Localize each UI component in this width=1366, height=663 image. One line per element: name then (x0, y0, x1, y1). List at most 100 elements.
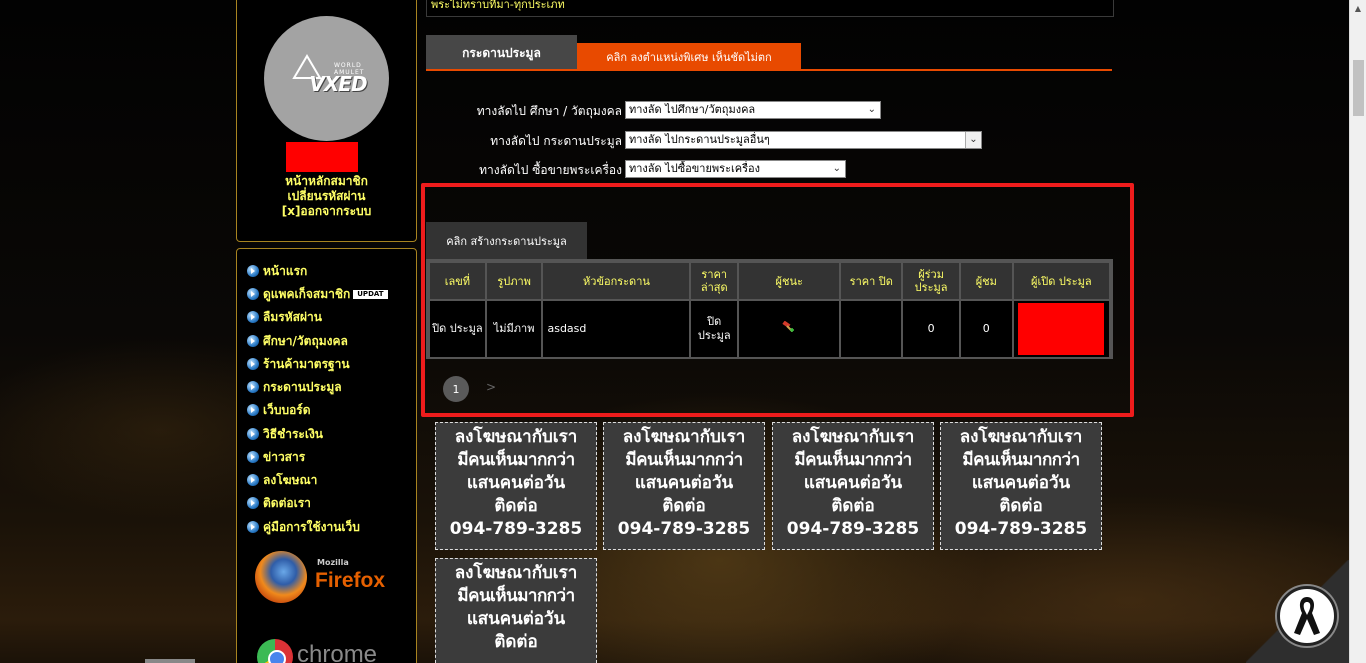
ad-line-1: ลงโฆษณากับเรา (791, 427, 915, 447)
ad-phone: 094-789-3285 (617, 519, 751, 539)
bullet-icon (247, 381, 259, 393)
cell-image: ไม่มีภาพ (486, 301, 542, 357)
scroll-thumb[interactable] (1353, 60, 1364, 116)
shortcut-auction-label: ทางลัดไป กระดานประมูล (490, 134, 622, 148)
ad-line-2: มีคนเห็นมากกว่า (625, 450, 743, 470)
update-badge: UPDAT (353, 289, 388, 299)
chevron-down-icon: ⌄ (867, 104, 876, 115)
menu-item-label: วิธีชำระเงิน (263, 426, 323, 441)
menu-item-stores[interactable]: ร้านค้ามาตรฐาน (247, 355, 350, 373)
ad-phone: 094-789-3285 (786, 519, 920, 539)
ad-line-4: ติดต่อ (831, 496, 875, 516)
change-password-link[interactable]: เปลี่ยนรหัสผ่าน (237, 189, 416, 204)
cell-title[interactable]: asdasd (543, 301, 690, 357)
ad-line-1: ลงโฆษณากับเรา (454, 563, 578, 583)
scroll-up-arrow-icon[interactable]: ▲ (1350, 0, 1366, 17)
menu-item-contact[interactable]: ติดต่อเรา (247, 494, 311, 512)
ad-banner-4[interactable]: ลงโฆษณากับเรา มีคนเห็นมากกว่า แสนคนต่อวั… (940, 422, 1102, 550)
shortcut-study-value: ทางลัด ไปศึกษา/วัตถุมงคล (629, 103, 756, 116)
menu-item-label: เว็บบอร์ด (263, 402, 311, 417)
gavel-icon (782, 320, 795, 332)
menu-item-payment[interactable]: วิธีชำระเงิน (247, 425, 323, 443)
ad-line-3: แสนคนต่อวัน (466, 609, 566, 629)
member-home-link[interactable]: หน้าหลักสมาชิก (237, 174, 416, 189)
bullet-icon (247, 335, 259, 347)
ad-banner-5[interactable]: ลงโฆษณากับเรา มีคนเห็นมากกว่า แสนคนต่อวั… (435, 558, 597, 663)
menu-item-packages[interactable]: ดูแพคเก็จสมาชิก UPDAT (247, 285, 388, 303)
col-header-title: หัวข้อกระดาน (543, 263, 690, 299)
menu-item-label: คู่มือการใช้งานเว็บ (263, 519, 360, 534)
cell-winner (739, 301, 840, 357)
pagination-page-1[interactable]: 1 (443, 376, 469, 402)
menu-item-manual[interactable]: คู่มือการใช้งานเว็บ (247, 518, 360, 536)
menu-item-label: ติดต่อเรา (263, 495, 311, 510)
menu-item-label: ศึกษา/วัตถุมงคล (263, 333, 348, 348)
menu-item-label: ดูแพคเก็จสมาชิก (263, 286, 351, 301)
tab-special-position[interactable]: คลิก ลงตำแหน่งพิเศษ เห็นชัดไม่ตก (577, 43, 801, 70)
col-header-bidders: ผู้ร่วม ประมูล (903, 263, 959, 299)
menu-item-auction[interactable]: กระดานประมูล (247, 378, 342, 396)
chrome-logo[interactable]: chrome (257, 637, 402, 663)
ad-banner-1[interactable]: ลงโฆษณากับเรา มีคนเห็นมากกว่า แสนคนต่อวั… (435, 422, 597, 550)
table-header-row: เลขที่ รูปภาพ หัวข้อกระดาน ราคา ล่าสุด ผ… (430, 263, 1109, 299)
col-header-last-price: ราคา ล่าสุด (691, 263, 738, 299)
ad-line-3: แสนคนต่อวัน (971, 473, 1071, 493)
firefox-mozilla-label: Mozilla (317, 558, 349, 567)
tab-underline (426, 69, 1112, 71)
ad-phone: 094-789-3285 (449, 519, 583, 539)
firefox-logo[interactable]: Mozilla Firefox (255, 549, 400, 609)
menu-item-home[interactable]: หน้าแรก (247, 262, 307, 280)
shortcut-trade-label: ทางลัดไป ซื้อขายพระเครื่อง (479, 163, 622, 177)
ad-line-4: ติดต่อ (494, 632, 538, 652)
site-logo[interactable]: WORLD AMULET VXED (264, 16, 389, 141)
firefox-icon (255, 551, 307, 603)
ad-phone: 094-789-3285 (954, 519, 1088, 539)
auction-table: เลขที่ รูปภาพ หัวข้อกระดาน ราคา ล่าสุด ผ… (426, 259, 1113, 359)
sidebar-menu: หน้าแรก ดูแพคเก็จสมาชิก UPDAT ลืมรหัสผ่าน… (236, 248, 417, 663)
bullet-icon (247, 474, 259, 486)
ad-line-4: ติดต่อ (999, 496, 1043, 516)
vertical-scrollbar[interactable]: ▲ (1349, 0, 1366, 663)
bullet-icon (247, 288, 259, 300)
chrome-wordmark: chrome (297, 641, 378, 663)
cell-number: ปิด ประมูล (430, 301, 485, 357)
menu-item-advertise[interactable]: ลงโฆษณา (247, 471, 317, 489)
ad-line-1: ลงโฆษณากับเรา (454, 427, 578, 447)
cell-close-price (841, 301, 902, 357)
shortcut-study-select[interactable]: ทางลัด ไปศึกษา/วัตถุมงคล ⌄ (625, 101, 881, 119)
shortcut-trade-select[interactable]: ทางลัด ไปซื้อขายพระเครื่อง ⌄ (625, 160, 846, 178)
ad-line-2: มีคนเห็นมากกว่า (794, 450, 912, 470)
bottom-tab-stub (145, 659, 195, 663)
ad-banner-2[interactable]: ลงโฆษณากับเรา มีคนเห็นมากกว่า แสนคนต่อวั… (603, 422, 765, 550)
menu-item-label: กระดานประมูล (263, 379, 342, 394)
chrome-icon (257, 639, 293, 663)
menu-item-news[interactable]: ข่าวสาร (247, 448, 305, 466)
shortcut-auction-select[interactable]: ทางลัด ไปกระดานประมูลอื่นๆ ⌄ (625, 131, 982, 149)
pagination-next[interactable]: > (486, 380, 496, 394)
menu-item-forgot-password[interactable]: ลืมรหัสผ่าน (247, 308, 322, 326)
bullet-icon (247, 404, 259, 416)
member-panel: WORLD AMULET VXED หน้าหลักสมาชิก เปลี่ยน… (236, 0, 417, 242)
owner-redacted (1018, 303, 1105, 355)
chevron-down-icon: ⌄ (832, 163, 841, 174)
ad-banner-3[interactable]: ลงโฆษณากับเรา มีคนเห็นมากกว่า แสนคนต่อวั… (772, 422, 934, 550)
ad-line-3: แสนคนต่อวัน (634, 473, 734, 493)
ad-line-1: ลงโฆษณากับเรา (622, 427, 746, 447)
create-auction-tab[interactable]: คลิก สร้างกระดานประมูล (426, 222, 587, 259)
logout-link[interactable]: [x]ออกจากระบบ (237, 204, 416, 219)
mourning-ribbon-badge[interactable] (1277, 586, 1337, 646)
col-header-close-price: ราคา ปิด (841, 263, 902, 299)
menu-item-label: ลงโฆษณา (263, 472, 318, 487)
table-row[interactable]: ปิด ประมูล ไม่มีภาพ asdasd ปิด ประมูล 0 … (430, 301, 1109, 357)
ad-line-1: ลงโฆษณากับเรา (959, 427, 1083, 447)
col-header-owner: ผู้เปิด ประมูล (1013, 263, 1109, 299)
menu-item-label: ร้านค้ามาตรฐาน (263, 356, 350, 371)
logo-text: VXED (309, 72, 367, 96)
bullet-icon (247, 265, 259, 277)
tab-auction-board[interactable]: กระดานประมูล (426, 35, 577, 71)
bullet-icon (247, 358, 259, 370)
ad-line-3: แสนคนต่อวัน (803, 473, 903, 493)
menu-item-study[interactable]: ศึกษา/วัตถุมงคล (247, 332, 348, 350)
black-ribbon-icon (1294, 597, 1320, 635)
menu-item-webboard[interactable]: เว็บบอร์ด (247, 401, 311, 419)
